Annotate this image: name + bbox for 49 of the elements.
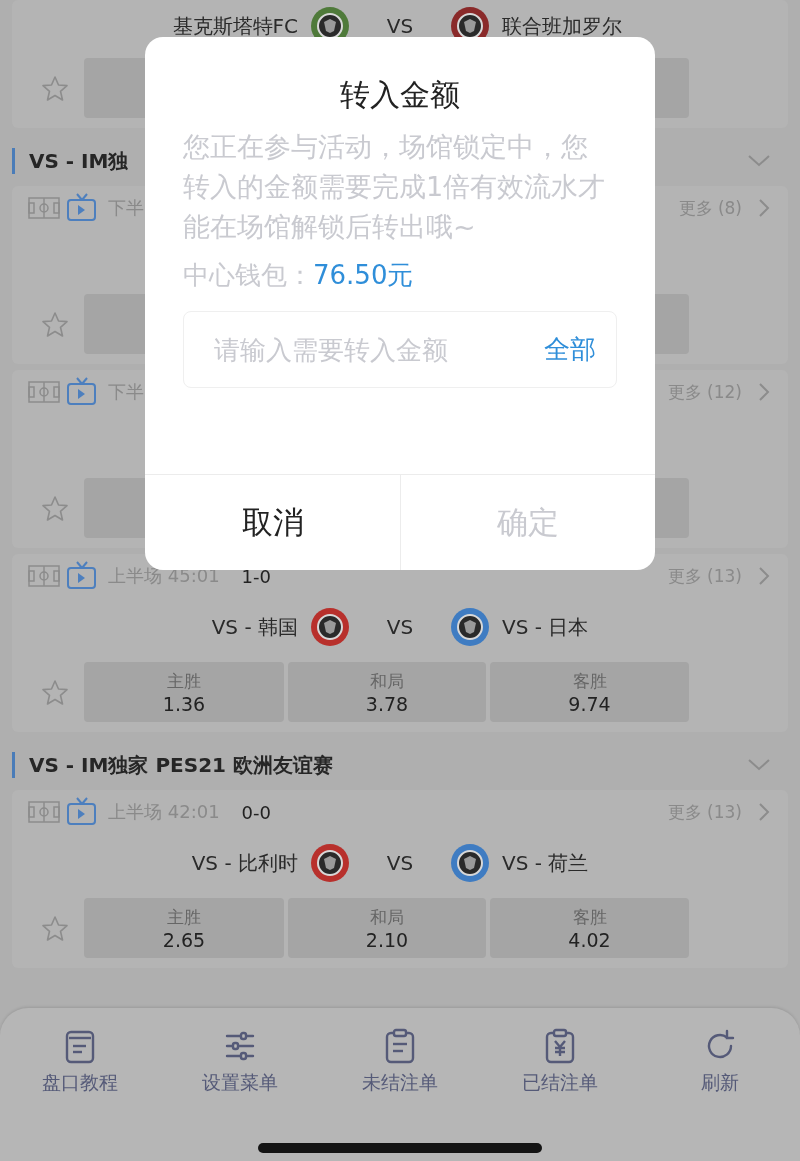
favorite-star-icon[interactable] [41, 678, 69, 706]
chevron-right-icon[interactable] [758, 198, 770, 218]
tv-icon[interactable] [66, 561, 98, 591]
odds-button[interactable]: 和局 2.10 [288, 898, 486, 958]
away-team-name: VS - 荷兰 [502, 849, 589, 877]
tv-icon[interactable] [66, 193, 98, 223]
favorite-star-icon[interactable] [41, 310, 69, 338]
pitch-icon[interactable] [28, 801, 60, 823]
versus-label: VS [385, 14, 415, 38]
toolbar-button[interactable]: 刷新 [640, 1028, 800, 1096]
home-team-name: 基克斯塔特FC [172, 12, 298, 40]
home-indicator[interactable] [258, 1143, 542, 1153]
toolbar-button[interactable]: 未结注单 [320, 1028, 480, 1096]
odds-button[interactable]: 和局 3.78 [288, 662, 486, 722]
all-amount-button[interactable]: 全部 [544, 332, 596, 367]
pitch-icon[interactable] [28, 565, 60, 587]
odds-button[interactable]: 主胜 1.36 [84, 662, 284, 722]
league-title: VS - IM独 [29, 147, 129, 175]
clipboard-icon [384, 1028, 416, 1064]
pitch-icon[interactable] [28, 197, 60, 219]
favorite-star-icon[interactable] [41, 914, 69, 942]
home-team-name: VS - 比利时 [191, 849, 298, 877]
notebook-icon [64, 1028, 96, 1064]
tv-icon[interactable] [66, 797, 98, 827]
toolbar-button[interactable]: 盘口教程 [0, 1028, 160, 1096]
favorite-star-icon[interactable] [41, 74, 69, 102]
versus-label: VS [385, 851, 415, 875]
favorite-star-icon[interactable] [41, 494, 69, 522]
tv-icon[interactable] [66, 377, 98, 407]
league-title: VS - IM独家 PES21 欧洲友谊赛 [29, 751, 333, 779]
home-team-name: VS - 韩国 [211, 613, 298, 641]
chevron-right-icon[interactable] [758, 382, 770, 402]
wallet-amount: 76.50元 [313, 259, 414, 292]
toolbar-button[interactable]: 设置菜单 [160, 1028, 320, 1096]
clipboard-yen-icon [544, 1028, 576, 1064]
pitch-icon[interactable] [28, 381, 60, 403]
versus-label: VS [385, 615, 415, 639]
away-team-name: 联合班加罗尔 [502, 12, 622, 40]
away-team-name: VS - 日本 [502, 613, 589, 641]
toolbar-button[interactable]: 已结注单 [480, 1028, 640, 1096]
chevron-down-icon[interactable] [748, 155, 770, 167]
odds-button[interactable]: 客胜 4.02 [490, 898, 689, 958]
chevron-right-icon[interactable] [758, 566, 770, 586]
odds-button[interactable]: 客胜 9.74 [490, 662, 689, 722]
dialog-title: 转入金额 [340, 76, 460, 114]
odds-button[interactable]: 主胜 2.65 [84, 898, 284, 958]
match-score: 0-0 [241, 801, 271, 823]
chevron-down-icon[interactable] [748, 759, 770, 771]
chevron-right-icon[interactable] [758, 802, 770, 822]
